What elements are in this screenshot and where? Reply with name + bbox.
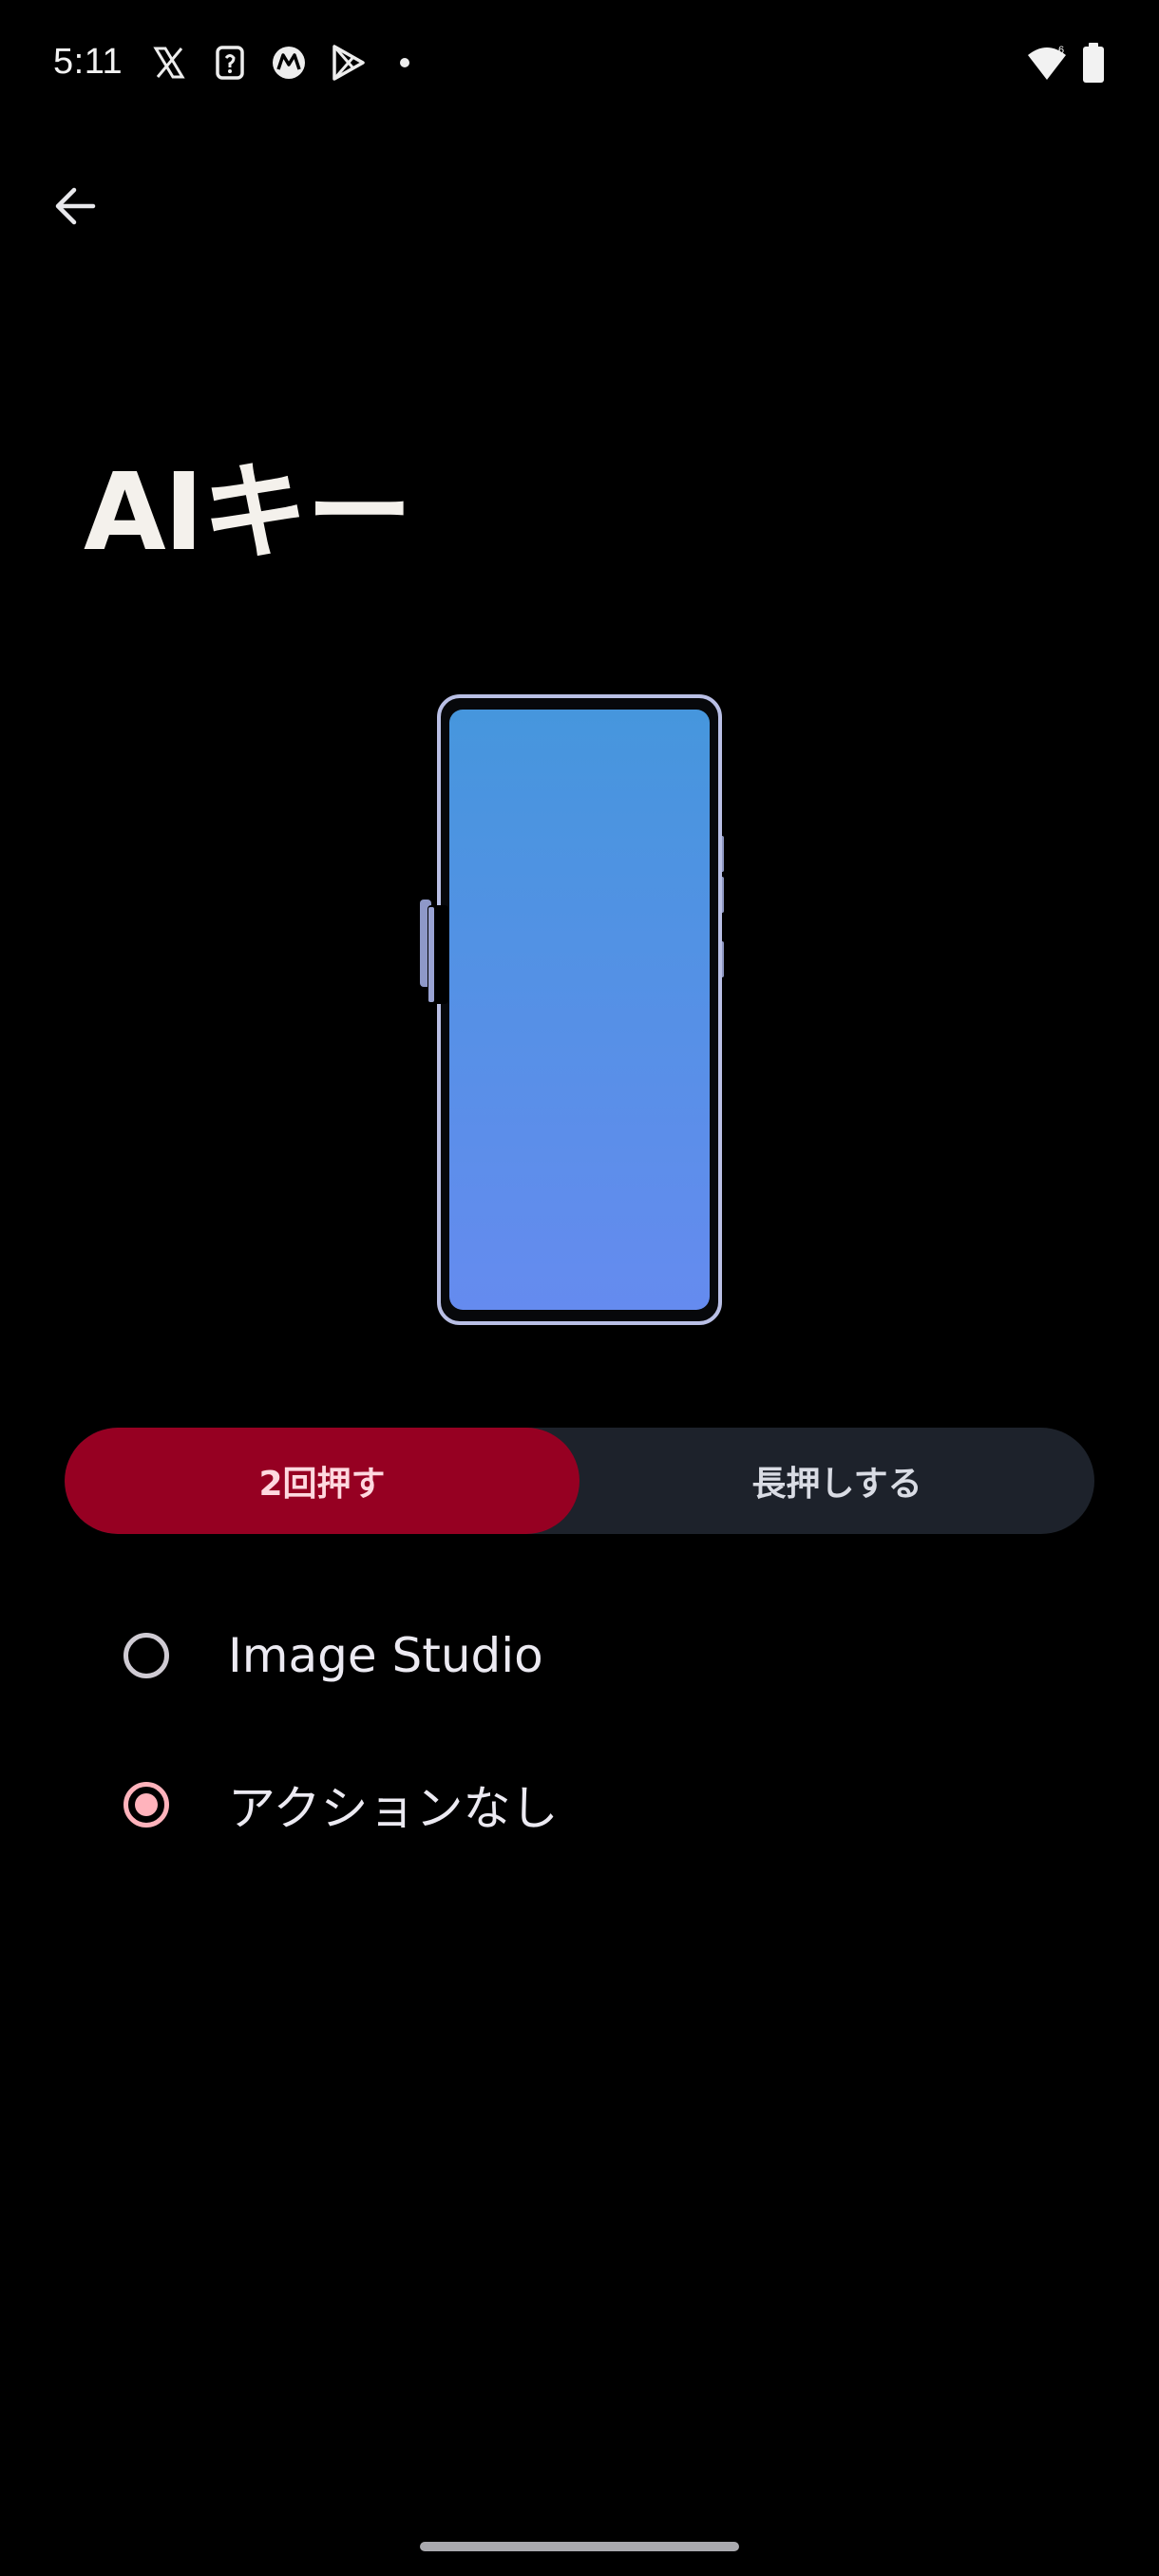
battery-icon	[1083, 43, 1104, 83]
arrow-left-icon	[55, 187, 96, 225]
dot-icon	[400, 58, 409, 67]
wifi-icon: 6	[1028, 45, 1066, 80]
action-option-no-action[interactable]: アクションなし	[104, 1748, 1054, 1862]
card-icon	[216, 46, 244, 80]
segment-double-press-label: 2回押す	[258, 1465, 386, 1504]
home-indicator[interactable]	[420, 2542, 739, 2551]
radio-button-unselected[interactable]	[124, 1633, 169, 1678]
play-store-icon	[332, 45, 365, 81]
phone-illustration	[420, 694, 724, 1325]
segment-long-press-label: 長押しする	[751, 1465, 922, 1504]
status-time: 5:11	[53, 42, 124, 82]
segment-long-press[interactable]: 長押しする	[580, 1428, 1094, 1534]
back-button[interactable]	[46, 177, 104, 236]
motorola-icon	[273, 47, 305, 79]
status-bar: 5:11 6	[0, 0, 1159, 123]
action-option-image-studio[interactable]: Image Studio	[104, 1599, 1054, 1713]
radio-button-selected[interactable]	[124, 1782, 169, 1828]
trigger-segmented-control: 2回押す 長押しする	[65, 1428, 1094, 1534]
svg-text:6: 6	[1058, 45, 1064, 56]
segment-double-press[interactable]: 2回押す	[65, 1428, 580, 1534]
action-option-label: アクションなし	[228, 1781, 559, 1836]
action-option-label: Image Studio	[228, 1628, 543, 1683]
page-title: AIキー	[84, 451, 412, 575]
x-icon	[153, 47, 185, 79]
radio-dot	[135, 1793, 158, 1816]
